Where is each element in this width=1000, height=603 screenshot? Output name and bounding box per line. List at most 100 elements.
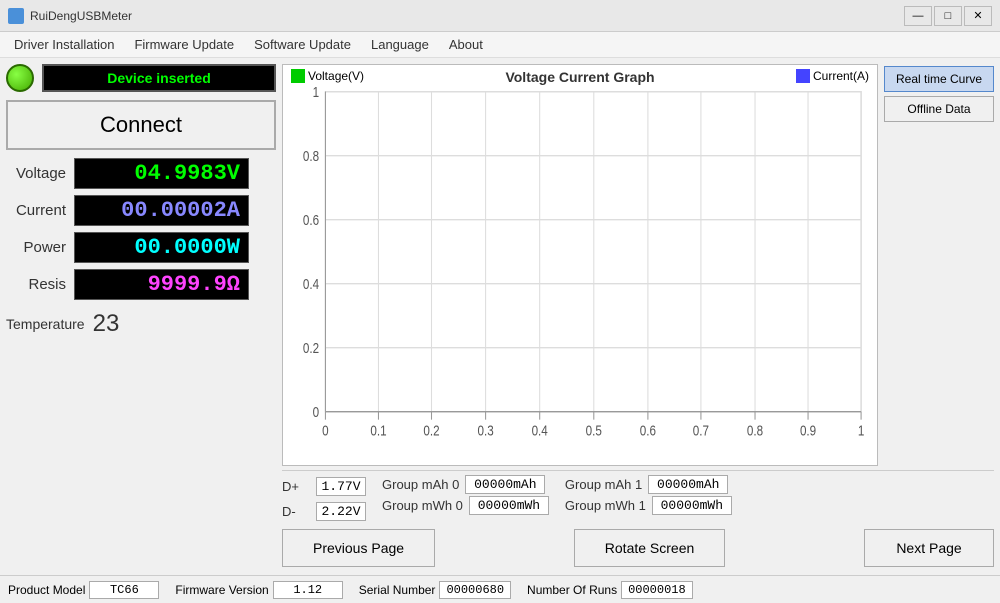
menu-firmware-update[interactable]: Firmware Update [124, 32, 244, 57]
data-section: D+ 1.77V D- 2.22V Group mAh 0 00000mAh G… [282, 470, 994, 523]
number-of-runs-item: Number Of Runs 00000018 [527, 581, 693, 599]
svg-text:0.7: 0.7 [693, 422, 709, 439]
svg-text:0.2: 0.2 [423, 422, 439, 439]
resis-label: Resis [6, 276, 66, 293]
group-mwh1-value: 00000mWh [652, 496, 732, 515]
chart-buttons: Real time Curve Offline Data [884, 64, 994, 466]
minimize-button[interactable]: — [904, 6, 932, 26]
menu-language[interactable]: Language [361, 32, 439, 57]
app-title: RuiDengUSBMeter [30, 9, 904, 23]
legend-current: Current(A) [796, 69, 869, 83]
close-button[interactable]: ✕ [964, 6, 992, 26]
svg-text:0.3: 0.3 [477, 422, 493, 439]
number-of-runs-label: Number Of Runs [527, 583, 617, 597]
dp-plus-value: 1.77V [316, 477, 366, 496]
dp-minus-value: 2.22V [316, 502, 366, 521]
current-row: Current 00.00002A [6, 195, 276, 226]
status-led [6, 64, 34, 92]
dp-minus-label: D- [282, 504, 306, 519]
maximize-button[interactable]: □ [934, 6, 962, 26]
menu-bar: Driver Installation Firmware Update Soft… [0, 32, 1000, 58]
app-icon [8, 8, 24, 24]
group-mah1-label: Group mAh 1 [565, 477, 642, 492]
realtime-curve-button[interactable]: Real time Curve [884, 66, 994, 92]
previous-page-button[interactable]: Previous Page [282, 529, 435, 567]
group-col-1: Group mAh 1 00000mAh Group mWh 1 00000mW… [565, 475, 732, 515]
voltage-row: Voltage 04.9983V [6, 158, 276, 189]
svg-text:0.8: 0.8 [303, 148, 319, 165]
svg-text:0.4: 0.4 [303, 276, 319, 293]
voltage-legend-box [291, 69, 305, 83]
voltage-legend-label: Voltage(V) [308, 69, 364, 83]
svg-text:0.2: 0.2 [303, 340, 319, 357]
menu-software-update[interactable]: Software Update [244, 32, 361, 57]
serial-number-label: Serial Number [359, 583, 436, 597]
status-bar: Product Model TC66 Firmware Version 1.12… [0, 575, 1000, 603]
current-legend-label: Current(A) [813, 69, 869, 83]
voltage-label: Voltage [6, 165, 66, 182]
svg-text:0.6: 0.6 [640, 422, 656, 439]
dp-section: D+ 1.77V D- 2.22V [282, 475, 366, 523]
svg-text:0: 0 [313, 404, 319, 421]
device-row: Device inserted [6, 64, 276, 92]
group-mwh1-row: Group mWh 1 00000mWh [565, 496, 732, 515]
svg-text:0.4: 0.4 [532, 422, 548, 439]
svg-text:0: 0 [322, 422, 328, 439]
bottom-buttons: Previous Page Rotate Screen Next Page [282, 527, 994, 569]
number-of-runs-value: 00000018 [621, 581, 693, 599]
next-page-button[interactable]: Next Page [864, 529, 994, 567]
product-model-label: Product Model [8, 583, 85, 597]
dp-plus-row: D+ 1.77V [282, 475, 366, 498]
current-label: Current [6, 202, 66, 219]
dp-minus-row: D- 2.22V [282, 500, 366, 523]
svg-text:1: 1 [313, 84, 319, 101]
svg-text:0.8: 0.8 [747, 422, 763, 439]
resis-row: Resis 9999.9Ω [6, 269, 276, 300]
serial-number-value: 00000680 [439, 581, 511, 599]
group-mah0-value: 00000mAh [465, 475, 545, 494]
group-section: Group mAh 0 00000mAh Group mWh 0 00000mW… [382, 475, 732, 515]
menu-driver-installation[interactable]: Driver Installation [4, 32, 124, 57]
temperature-value: 23 [93, 310, 120, 338]
group-mah0-row: Group mAh 0 00000mAh [382, 475, 549, 494]
main-content: Device inserted Connect Voltage 04.9983V… [0, 58, 1000, 575]
firmware-version-value: 1.12 [273, 581, 343, 599]
title-bar: RuiDengUSBMeter — □ ✕ [0, 0, 1000, 32]
device-status: Device inserted [42, 64, 276, 92]
svg-text:0.6: 0.6 [303, 212, 319, 229]
left-panel: Device inserted Connect Voltage 04.9983V… [6, 64, 276, 569]
serial-number-item: Serial Number 00000680 [359, 581, 511, 599]
current-legend-box [796, 69, 810, 83]
voltage-value: 04.9983V [74, 158, 249, 189]
graph-area: Voltage(V) Voltage Current Graph Current… [282, 64, 994, 466]
svg-text:0.1: 0.1 [370, 422, 386, 439]
group-col-0: Group mAh 0 00000mAh Group mWh 0 00000mW… [382, 475, 549, 515]
firmware-version-label: Firmware Version [175, 583, 268, 597]
window-controls: — □ ✕ [904, 6, 992, 26]
menu-about[interactable]: About [439, 32, 493, 57]
temperature-label: Temperature [6, 316, 85, 332]
dp-plus-label: D+ [282, 479, 306, 494]
firmware-version-item: Firmware Version 1.12 [175, 581, 342, 599]
svg-text:0.5: 0.5 [586, 422, 602, 439]
temperature-row: Temperature 23 [6, 310, 276, 338]
legend-voltage: Voltage(V) [291, 69, 364, 83]
current-value: 00.00002A [74, 195, 249, 226]
group-mah1-value: 00000mAh [648, 475, 728, 494]
group-mah0-label: Group mAh 0 [382, 477, 459, 492]
chart-container: Voltage(V) Voltage Current Graph Current… [282, 64, 878, 466]
chart-svg: 0 0.1 0.2 0.3 0.4 0.5 0.6 0.7 0.8 0.9 1 … [283, 65, 877, 465]
rotate-screen-button[interactable]: Rotate Screen [574, 529, 726, 567]
group-mah1-row: Group mAh 1 00000mAh [565, 475, 732, 494]
offline-data-button[interactable]: Offline Data [884, 96, 994, 122]
group-mwh0-row: Group mWh 0 00000mWh [382, 496, 549, 515]
power-label: Power [6, 239, 66, 256]
power-value: 00.0000W [74, 232, 249, 263]
resis-value: 9999.9Ω [74, 269, 249, 300]
svg-text:1: 1 [858, 422, 864, 439]
right-panel: Voltage(V) Voltage Current Graph Current… [282, 64, 994, 569]
connect-button[interactable]: Connect [6, 100, 276, 150]
power-row: Power 00.0000W [6, 232, 276, 263]
svg-text:0.9: 0.9 [800, 422, 816, 439]
group-mwh1-label: Group mWh 1 [565, 498, 646, 513]
